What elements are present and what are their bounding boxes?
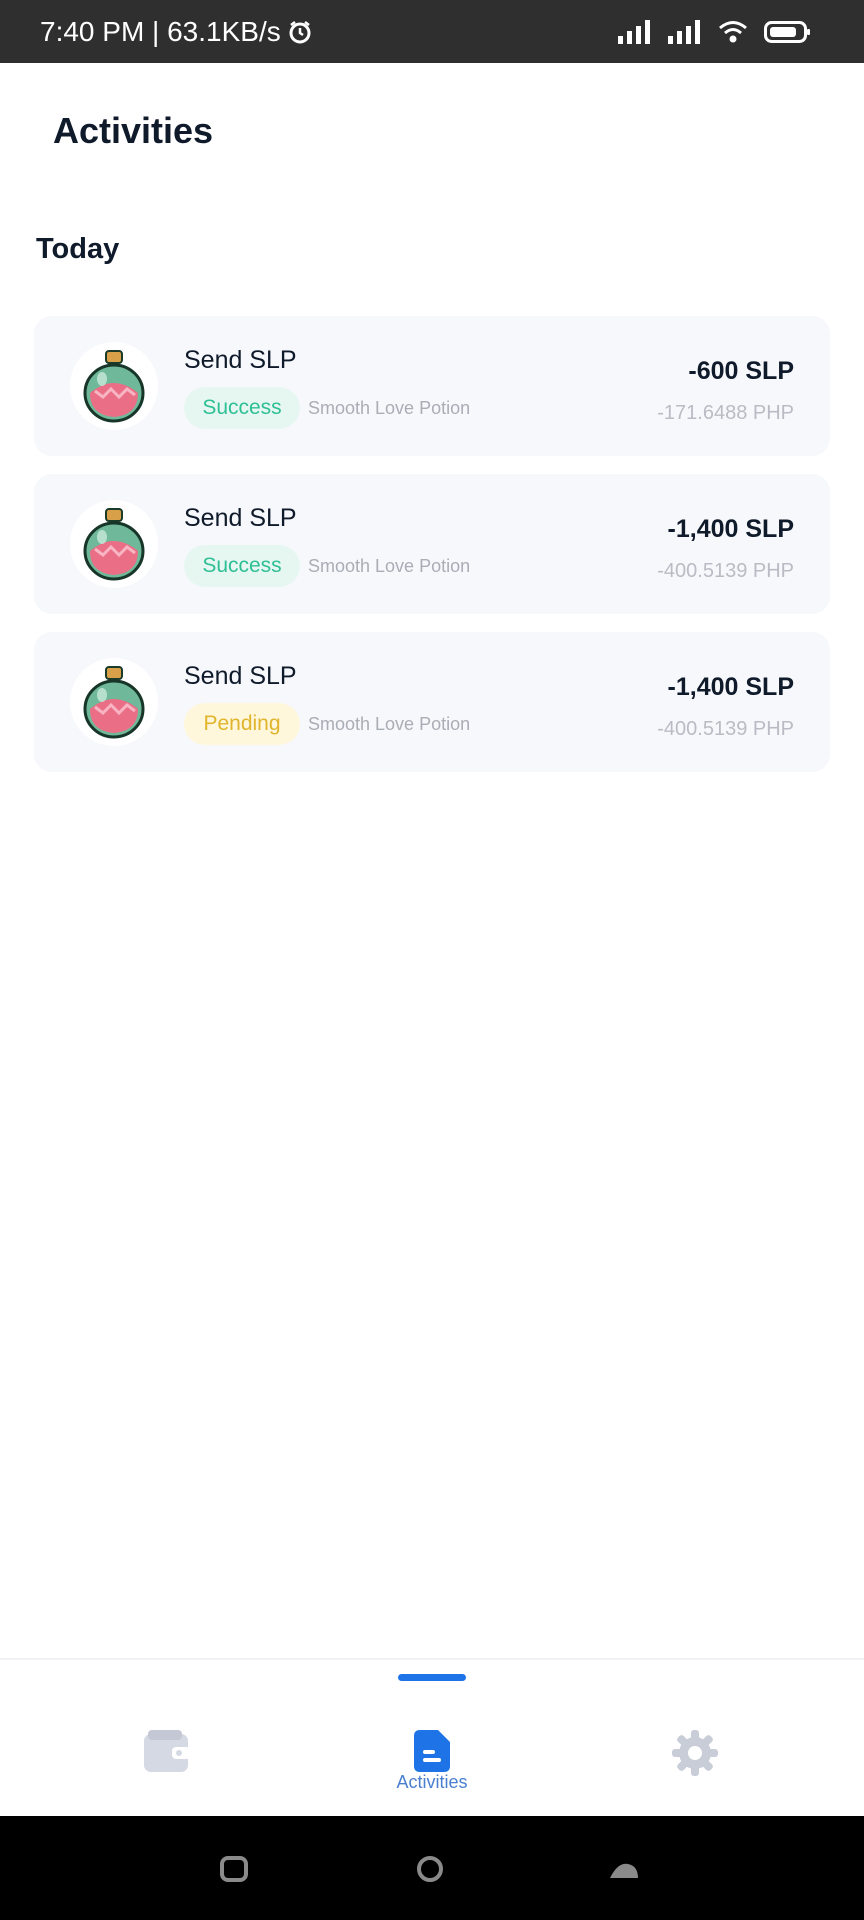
fiat-amount: -400.5139 PHP	[657, 560, 794, 582]
slp-token-icon	[70, 500, 158, 588]
status-right	[618, 19, 812, 44]
activity-item[interactable]: Send SLP Success Smooth Love Potion -1,4…	[34, 474, 830, 614]
section-title-today: Today	[36, 233, 120, 265]
token-name: Smooth Love Potion	[308, 398, 471, 418]
system-nav-bar	[0, 1816, 864, 1920]
activity-item[interactable]: Send SLP Pending Smooth Love Potion -1,4…	[34, 632, 830, 772]
tab-settings[interactable]	[615, 1660, 775, 1818]
fiat-amount: -171.6488 PHP	[657, 402, 794, 424]
status-left: 7:40 PM | 63.1KB/s	[40, 16, 313, 48]
wallet-icon	[144, 1730, 190, 1772]
page-title: Activities	[53, 110, 214, 151]
status-badge: Pending	[184, 703, 300, 745]
signal-icon	[668, 19, 702, 44]
status-badge: Success	[184, 545, 300, 587]
activity-list: Send SLP Success Smooth Love Potion -600…	[34, 316, 830, 790]
wifi-icon	[718, 20, 748, 44]
recents-button[interactable]	[214, 1854, 254, 1884]
screen: 7:40 PM | 63.1KB/s Activities Today Send…	[0, 0, 864, 1920]
activity-title: Send SLP	[184, 346, 297, 374]
activity-item[interactable]: Send SLP Success Smooth Love Potion -600…	[34, 316, 830, 456]
status-badge: Success	[184, 387, 300, 429]
tab-wallet[interactable]	[87, 1660, 247, 1818]
tab-activities-label: Activities	[396, 1772, 468, 1792]
token-amount: -1,400 SLP	[667, 515, 794, 543]
token-name: Smooth Love Potion	[308, 714, 471, 734]
settings-icon	[672, 1730, 718, 1776]
activity-title: Send SLP	[184, 504, 297, 532]
activity-title: Send SLP	[184, 662, 297, 690]
token-amount: -1,400 SLP	[667, 673, 794, 701]
status-bar: 7:40 PM | 63.1KB/s	[0, 0, 864, 63]
activities-icon	[414, 1730, 450, 1772]
alarm-icon	[287, 19, 313, 45]
fiat-amount: -400.5139 PHP	[657, 718, 794, 740]
status-time-speed: 7:40 PM | 63.1KB/s	[40, 15, 281, 47]
home-button[interactable]	[410, 1854, 450, 1884]
slp-token-icon	[70, 342, 158, 430]
token-amount: -600 SLP	[688, 357, 794, 385]
signal-icon	[618, 19, 652, 44]
token-name: Smooth Love Potion	[308, 556, 471, 576]
back-button[interactable]	[604, 1854, 644, 1884]
tab-activities[interactable]: Activities	[352, 1660, 512, 1818]
bottom-nav: Activities	[0, 1658, 864, 1816]
slp-token-icon	[70, 658, 158, 746]
battery-icon	[764, 20, 812, 44]
